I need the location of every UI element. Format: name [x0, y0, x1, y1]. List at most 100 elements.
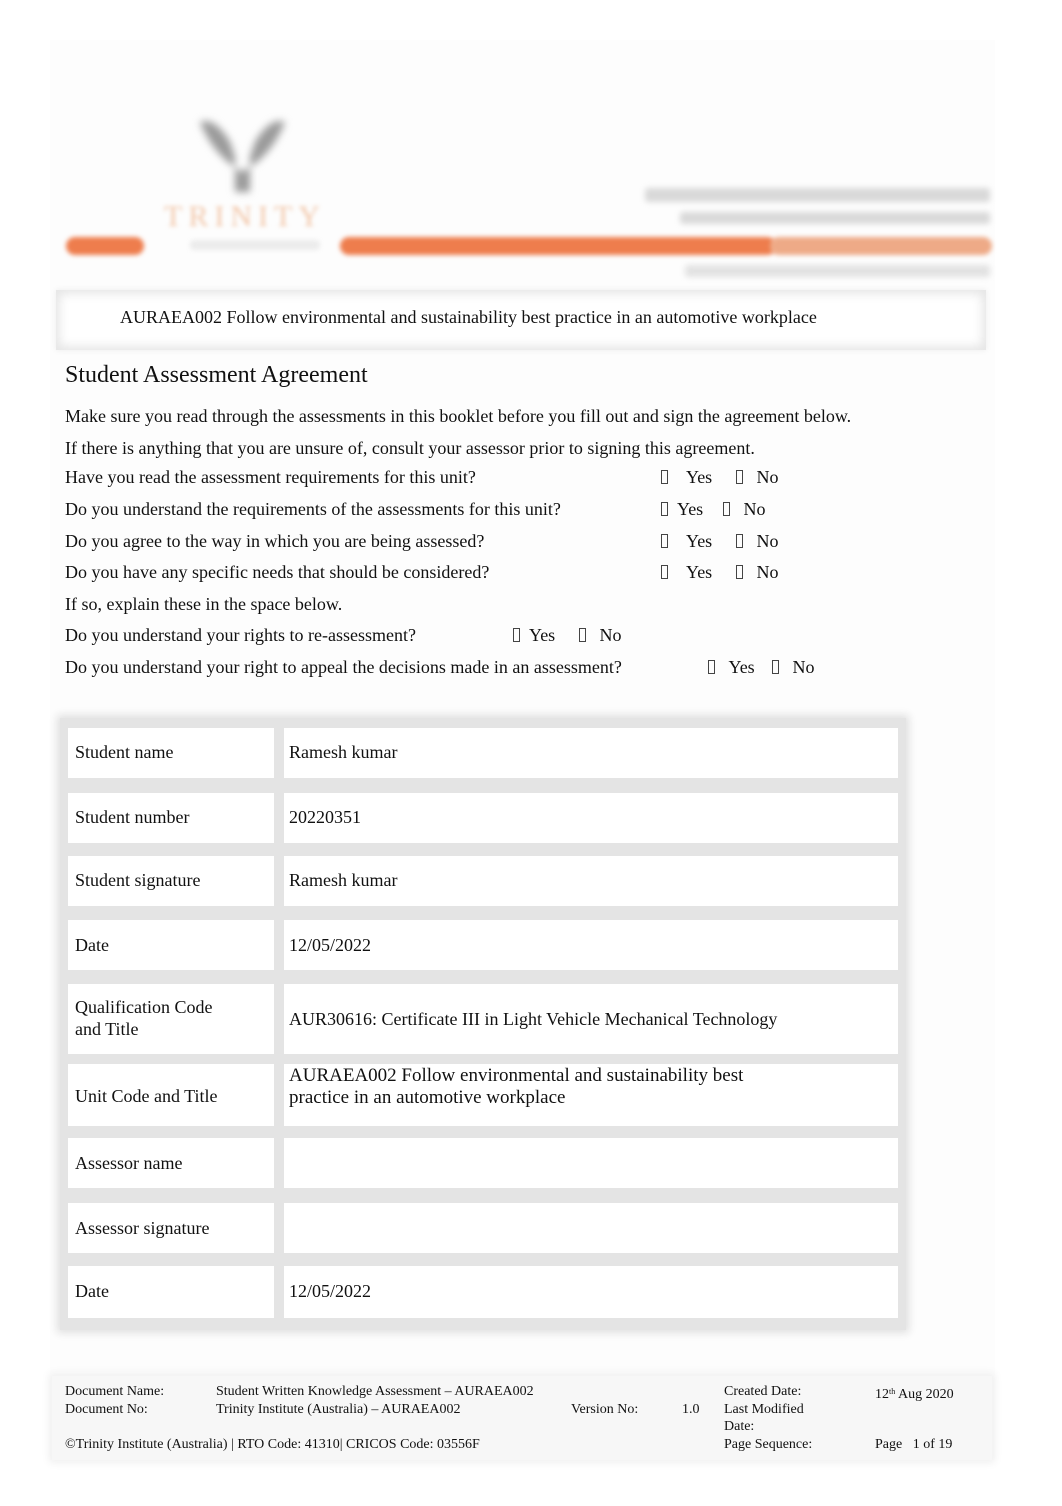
- row-label: Student signature: [75, 870, 201, 890]
- yes-option[interactable]: Yes: [661, 531, 712, 552]
- yes-option[interactable]: Yes: [661, 562, 712, 583]
- section-title: Student Assessment Agreement: [65, 362, 368, 388]
- table-row: Student signature Ramesh kumar: [68, 856, 898, 906]
- label-cell: Student signature: [68, 856, 274, 906]
- checkbox-icon[interactable]: [736, 565, 743, 579]
- no-option[interactable]: No: [723, 499, 766, 520]
- logo-wordmark: TRINITY: [164, 200, 326, 233]
- no-option[interactable]: No: [736, 467, 779, 488]
- table-row: Qualification Code and Title AUR30616: C…: [68, 984, 898, 1054]
- no-option[interactable]: No: [736, 562, 779, 583]
- value-cell[interactable]: 12/05/2022: [284, 1266, 898, 1318]
- checkbox-icon[interactable]: [723, 502, 730, 516]
- checkbox-icon[interactable]: [772, 660, 779, 674]
- last-modified-label: Date:: [724, 1419, 755, 1434]
- row-label: Student number: [75, 807, 190, 827]
- row-label: Date: [75, 1281, 109, 1301]
- checkbox-icon[interactable]: [661, 502, 668, 516]
- checkbox-icon[interactable]: [708, 660, 715, 674]
- row-label: Assessor name: [75, 1153, 183, 1173]
- table-row: Assessor name: [68, 1138, 898, 1188]
- question-text: Do you understand your right to appeal t…: [65, 657, 622, 677]
- checkbox-icon[interactable]: [661, 534, 668, 548]
- no-option[interactable]: No: [772, 657, 815, 678]
- value-cell[interactable]: 12/05/2022: [284, 920, 898, 970]
- no-option[interactable]: No: [736, 531, 779, 552]
- header-accent-bar-left: [66, 237, 144, 255]
- yes-option[interactable]: Yes: [661, 467, 712, 488]
- row-label: Student name: [75, 742, 174, 762]
- label-cell: Date: [68, 1266, 274, 1318]
- row-label: Assessor signature: [75, 1218, 210, 1238]
- question-text: If so, explain these in the space below.: [65, 594, 343, 614]
- checkbox-icon[interactable]: [661, 470, 668, 484]
- table-row: Date 12/05/2022: [68, 1266, 898, 1318]
- label-cell: Assessor name: [68, 1138, 274, 1188]
- student-number-value: 20220351: [289, 807, 361, 827]
- unit-value: AURAEA002 Follow environmental and susta…: [289, 1065, 744, 1086]
- question-text: Have you read the assessment requirement…: [65, 467, 476, 487]
- version-label: Version No:: [571, 1402, 639, 1417]
- last-modified-label: Last Modified: [724, 1402, 804, 1417]
- value-cell[interactable]: Ramesh kumar: [284, 728, 898, 778]
- yes-option[interactable]: Yes: [661, 499, 703, 520]
- header-contact-line: [685, 265, 990, 277]
- page-sequence-value: Page 1 of 19: [875, 1437, 953, 1452]
- version-value: 1.0: [682, 1402, 700, 1417]
- student-details-table: Student name Ramesh kumar Student number…: [60, 718, 906, 1330]
- checkbox-icon[interactable]: [736, 534, 743, 548]
- student-date-value: 12/05/2022: [289, 935, 372, 955]
- checkbox-icon[interactable]: [661, 565, 668, 579]
- qualification-value: AUR30616: Certificate III in Light Vehic…: [289, 1009, 778, 1029]
- header-contact-line: [645, 188, 990, 202]
- student-signature-value: Ramesh kumar: [289, 870, 398, 890]
- doc-no-value: Trinity Institute (Australia) – AURAEA00…: [216, 1402, 461, 1417]
- label-cell: Unit Code and Title: [68, 1064, 274, 1126]
- created-date-label: Created Date:: [724, 1384, 802, 1399]
- student-name-value: Ramesh kumar: [289, 742, 398, 762]
- no-option[interactable]: No: [579, 625, 622, 646]
- assessor-signature-cell[interactable]: [284, 1203, 898, 1253]
- label-cell: Student number: [68, 793, 274, 843]
- assessor-name-cell[interactable]: [284, 1138, 898, 1188]
- header-accent-bar: [340, 237, 776, 255]
- doc-name-label: Document Name:: [65, 1384, 165, 1399]
- row-label: Qualification Code: [75, 997, 213, 1017]
- value-cell[interactable]: 20220351: [284, 793, 898, 843]
- label-cell: Qualification Code and Title: [68, 984, 274, 1054]
- yes-option[interactable]: Yes: [513, 625, 555, 646]
- checkbox-icon[interactable]: [579, 628, 586, 642]
- document-footer: Document Name: Student Written Knowledge…: [52, 1376, 992, 1460]
- value-cell[interactable]: AURAEA002 Follow environmental and susta…: [284, 1064, 898, 1126]
- yes-option[interactable]: Yes: [708, 657, 755, 678]
- label-cell: Student name: [68, 728, 274, 778]
- intro-paragraph: If there is anything that you are unsure…: [65, 438, 755, 458]
- doc-no-label: Document No:: [65, 1402, 148, 1417]
- logo-emblem-icon: [200, 121, 285, 192]
- table-row: Date 12/05/2022: [68, 920, 898, 970]
- question-text: Do you have any specific needs that shou…: [65, 562, 490, 582]
- institute-logo: TRINITY: [150, 100, 340, 270]
- question-text: Do you agree to the way in which you are…: [65, 531, 485, 551]
- value-cell[interactable]: AUR30616: Certificate III in Light Vehic…: [284, 984, 898, 1054]
- value-cell[interactable]: Ramesh kumar: [284, 856, 898, 906]
- question-text: Do you understand the requirements of th…: [65, 499, 561, 519]
- logo-tagline: [190, 240, 320, 250]
- checkbox-icon[interactable]: [736, 470, 743, 484]
- question-text: Do you understand your rights to re-asse…: [65, 625, 416, 645]
- intro-paragraph: Make sure you read through the assessmen…: [65, 406, 852, 426]
- page-sequence-label: Page Sequence:: [724, 1437, 813, 1452]
- label-cell: Date: [68, 920, 274, 970]
- row-label: Date: [75, 935, 109, 955]
- unit-value: practice in an automotive workplace: [289, 1087, 566, 1108]
- unit-title-box: AURAEA002 Follow environmental and susta…: [56, 290, 986, 350]
- header-contact-line: [680, 212, 990, 224]
- checkbox-icon[interactable]: [513, 628, 520, 642]
- header-accent-bar-light: [770, 237, 992, 255]
- copyright-text: ©Trinity Institute (Australia) | RTO Cod…: [65, 1437, 480, 1452]
- label-cell: Assessor signature: [68, 1203, 274, 1253]
- assessor-date-value: 12/05/2022: [289, 1281, 372, 1301]
- table-row: Assessor signature: [68, 1203, 898, 1253]
- table-row: Student name Ramesh kumar: [68, 728, 898, 778]
- doc-name-value: Student Written Knowledge Assessment – A…: [216, 1384, 534, 1399]
